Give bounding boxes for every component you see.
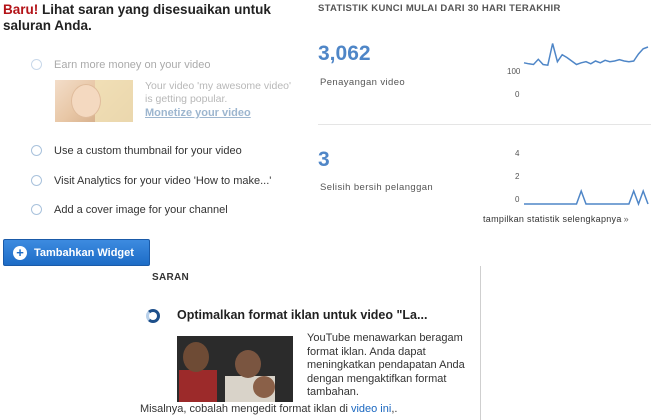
subscribers-sparkline <box>524 188 649 206</box>
monetize-promo: Your video 'my awesome video' is getting… <box>55 80 295 122</box>
views-sparkline <box>523 43 649 67</box>
add-widget-label: Tambahkan Widget <box>34 247 134 259</box>
suggestion-panel: SARAN Optimalkan format iklan untuk vide… <box>140 266 481 420</box>
add-widget-button[interactable]: + Tambahkan Widget <box>3 239 150 266</box>
suggestion-label: Use a custom thumbnail for your video <box>54 145 242 157</box>
views-axis-bottom: 0 <box>515 90 520 99</box>
radio-icon[interactable] <box>31 59 42 70</box>
subscribers-series-line <box>524 188 649 206</box>
more-link-label: tampilkan statistik selengkapnya <box>483 214 622 224</box>
show-more-stats-link[interactable]: tampilkan statistik selengkapnya» <box>483 214 629 224</box>
video-thumbnail <box>177 336 293 402</box>
subscribers-label: Selisih bersih pelanggan <box>320 182 434 193</box>
views-series-line <box>523 43 649 67</box>
subscribers-axis-bottom: 0 <box>515 195 520 204</box>
radio-icon[interactable] <box>31 204 42 215</box>
monetize-video-link[interactable]: Monetize your video <box>145 107 251 119</box>
panel-body-text: YouTube menawarkan beragam format iklan.… <box>307 332 465 398</box>
progress-ring-icon[interactable] <box>146 309 160 323</box>
panel-title: SARAN <box>152 272 190 283</box>
plus-circle-icon: + <box>13 246 27 260</box>
double-chevron-right-icon: » <box>623 214 629 224</box>
suggestion-label: Visit Analytics for your video 'How to m… <box>54 175 272 187</box>
suggestion-label: Earn more money on your video <box>54 59 211 71</box>
subscribers-count: 3 <box>318 148 330 171</box>
new-badge: Baru! <box>3 2 39 17</box>
this-video-link[interactable]: video ini <box>351 403 391 415</box>
video-thumbnail <box>55 80 133 122</box>
radio-icon[interactable] <box>31 145 42 156</box>
views-axis-top: 100 <box>507 67 521 76</box>
suggestion-label: Add a cover image for your channel <box>54 204 228 216</box>
stats-divider <box>318 124 651 125</box>
subscribers-axis-top: 4 <box>515 149 520 158</box>
subscribers-axis-mid: 2 <box>515 172 520 181</box>
stats-title: STATISTIK KUNCI MULAI DARI 30 HARI TERAK… <box>318 3 561 14</box>
views-count: 3,062 <box>318 42 371 65</box>
headline-text: Lihat saran yang disesuaikan untuk salur… <box>3 2 271 33</box>
suggestions-headline: Baru! Lihat saran yang disesuaikan untuk… <box>3 2 303 34</box>
promo-text: Your video 'my awesome video' is getting… <box>145 80 292 105</box>
views-label: Penayangan video <box>320 77 406 88</box>
panel-body-example: Misalnya, cobalah mengedit format iklan … <box>140 403 398 415</box>
radio-icon[interactable] <box>31 175 42 186</box>
panel-heading[interactable]: Optimalkan format iklan untuk video "La.… <box>177 308 427 322</box>
